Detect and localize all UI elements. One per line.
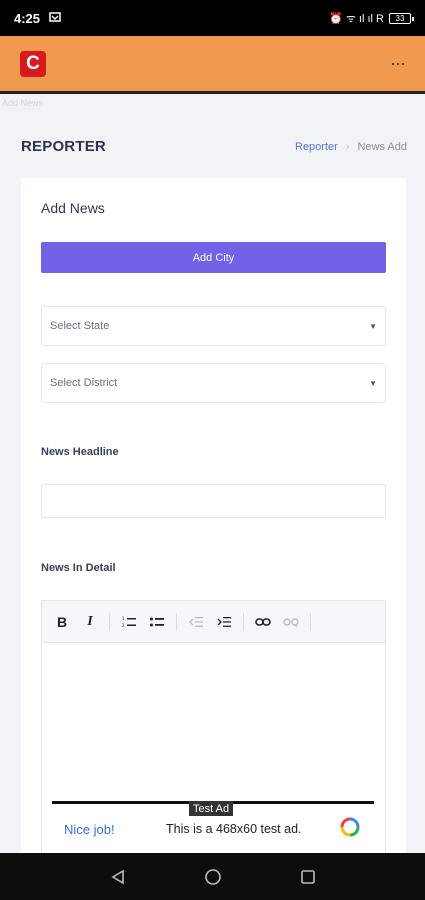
app-logo[interactable]: C	[20, 50, 46, 77]
ad-banner[interactable]: Test Ad Nice job! This is a 468x60 test …	[52, 801, 374, 849]
italic-button[interactable]: I	[78, 610, 102, 634]
toolbar-divider	[243, 612, 244, 631]
breadcrumb: Reporter › News Add	[295, 141, 407, 153]
toolbar-divider	[310, 612, 311, 631]
app-bar: C ···	[0, 36, 425, 94]
indent-icon[interactable]	[212, 610, 236, 634]
svg-text:1: 1	[122, 616, 125, 621]
svg-text:2: 2	[122, 623, 125, 628]
card-title: Add News	[41, 200, 105, 216]
outdent-icon[interactable]	[184, 610, 208, 634]
ad-nice-text: Nice job!	[64, 822, 115, 837]
chevron-down-icon: ▼	[369, 378, 377, 388]
district-select-value: Select District	[50, 377, 118, 389]
page-header: REPORTER Reporter › News Add	[21, 138, 407, 155]
faint-caption: Add News	[2, 98, 44, 108]
headline-input[interactable]	[41, 484, 386, 518]
toolbar-divider	[176, 612, 177, 631]
chevron-down-icon: ▼	[369, 321, 377, 331]
editor-toolbar: B I 12	[42, 601, 385, 643]
bold-button[interactable]: B	[50, 610, 74, 634]
status-time: 4:25	[14, 10, 41, 26]
notification-icon	[48, 11, 62, 26]
signal-indicators: ⏰ ᯤ ıl ıl R	[329, 12, 384, 25]
overflow-menu-icon[interactable]: ···	[390, 53, 406, 74]
status-indicators: ⏰ ᯤ ıl ıl R 33	[329, 11, 414, 26]
add-city-button[interactable]: Add City	[41, 242, 386, 273]
battery-icon: 33	[389, 12, 414, 24]
state-select[interactable]: Select State ▼	[41, 306, 386, 346]
home-icon[interactable]	[198, 862, 228, 892]
district-select[interactable]: Select District ▼	[41, 363, 386, 403]
add-news-card: Add News Add City Select State ▼ Select …	[21, 178, 406, 860]
back-icon[interactable]	[103, 862, 133, 892]
page-title: REPORTER	[21, 138, 106, 155]
link-icon[interactable]	[251, 610, 275, 634]
breadcrumb-reporter-link[interactable]: Reporter	[295, 141, 338, 153]
detail-label: News In Detail	[41, 562, 116, 574]
recents-icon[interactable]	[293, 862, 323, 892]
ad-tag: Test Ad	[189, 801, 234, 816]
bulleted-list-icon[interactable]	[145, 610, 169, 634]
ad-body-text: This is a 468x60 test ad.	[166, 822, 302, 836]
ad-brand-icon	[340, 817, 360, 837]
state-select-value: Select State	[50, 320, 110, 332]
unlink-icon[interactable]	[279, 610, 303, 634]
toolbar-divider	[109, 612, 110, 631]
breadcrumb-separator: ›	[345, 140, 350, 153]
breadcrumb-current: News Add	[357, 140, 407, 153]
status-bar: 4:25 ⏰ ᯤ ıl ıl R 33	[0, 0, 425, 36]
system-nav-bar	[0, 853, 425, 900]
numbered-list-icon[interactable]: 12	[117, 610, 141, 634]
headline-label: News Headline	[41, 446, 119, 458]
